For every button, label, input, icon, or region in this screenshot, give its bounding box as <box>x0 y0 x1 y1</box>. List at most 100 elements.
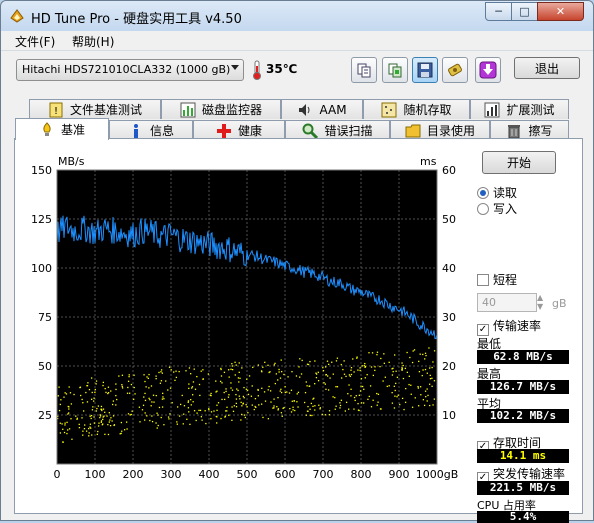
access-time-point <box>79 386 81 389</box>
tab-label: 信息 <box>149 124 174 138</box>
access-time-point <box>64 422 66 424</box>
access-time-point <box>315 376 318 379</box>
access-time-point <box>358 394 361 396</box>
access-time-point <box>391 391 393 394</box>
access-time-point <box>410 384 412 386</box>
access-time-point <box>148 387 150 389</box>
access-time-point <box>370 406 373 408</box>
access-time-point <box>160 371 162 373</box>
access-time-point <box>161 406 164 408</box>
download-button[interactable] <box>475 57 501 83</box>
title-bar[interactable]: HD Tune Pro - 硬盘实用工具 v4.50 ─ □ ✕ <box>1 1 593 31</box>
access-time-point <box>88 432 90 434</box>
access-time-point <box>292 409 294 411</box>
access-time-point <box>175 370 177 372</box>
access-time-point <box>217 402 220 404</box>
access-time-point <box>274 382 276 385</box>
access-time-point <box>417 387 420 389</box>
tab-folder-usage[interactable]: 目录使用 <box>390 120 490 140</box>
access-time-point <box>133 374 135 376</box>
access-time-point <box>146 376 148 378</box>
access-time-point <box>146 415 148 417</box>
y-left-tick-label: 50 <box>38 360 52 373</box>
copy-screenshot-button[interactable] <box>382 57 408 83</box>
transfer-rate-checkbox[interactable]: ✓ 传输速率 <box>477 317 541 336</box>
save-button[interactable] <box>412 57 438 83</box>
x-tick-label: 300 <box>161 468 182 481</box>
drive-dropdown-value: Hitachi HDS721010CLA332 (1000 gB) <box>22 63 231 76</box>
tab-aam[interactable]: AAM <box>281 99 363 119</box>
minimize-button[interactable]: ─ <box>485 2 512 21</box>
access-time-point <box>428 383 431 385</box>
access-time-point <box>162 392 164 394</box>
tab-error-scan[interactable]: 错误扫描 <box>285 120 390 140</box>
access-time-point <box>149 419 151 422</box>
access-time-point <box>376 404 378 406</box>
menu-file[interactable]: 文件(F) <box>15 33 55 50</box>
access-time-point <box>200 416 203 418</box>
access-time-point <box>290 389 293 391</box>
access-time-point <box>107 386 110 388</box>
access-time-point <box>345 401 348 404</box>
access-time-point <box>401 368 403 370</box>
access-time-point <box>311 414 313 417</box>
access-time-point <box>433 380 436 382</box>
access-time-point <box>234 374 236 376</box>
access-time-point <box>133 386 135 389</box>
benchmark-icon <box>43 121 51 136</box>
access-time-point <box>70 403 73 405</box>
exit-button[interactable]: 退出 <box>514 57 580 79</box>
access-time-point <box>174 379 176 381</box>
access-time-point <box>226 406 228 408</box>
access-time-point <box>162 396 164 398</box>
access-time-point <box>252 366 254 368</box>
tab-extra-tests[interactable]: 扩展测试 <box>470 99 569 119</box>
access-time-point <box>244 416 247 419</box>
access-time-point <box>342 368 344 371</box>
maximize-button[interactable]: □ <box>511 2 538 21</box>
access-time-point <box>228 376 230 378</box>
access-time-point <box>379 365 381 368</box>
access-time-point <box>231 363 233 365</box>
tab-disk-monitor[interactable]: 磁盘监控器 <box>161 99 281 119</box>
access-time-point <box>424 352 427 354</box>
short-stroke-spinner[interactable]: ▲ ▼ <box>537 293 547 312</box>
access-time-point <box>335 405 337 407</box>
access-time-point <box>158 371 160 374</box>
read-radio[interactable]: 读取 <box>477 184 517 201</box>
tab-benchmark[interactable]: 基准 <box>15 118 109 140</box>
access-time-point <box>349 375 351 377</box>
tab-health[interactable]: 健康 <box>193 120 285 140</box>
access-time-point <box>94 388 96 391</box>
tab-random-access[interactable]: 随机存取 <box>363 99 470 119</box>
access-time-point <box>410 393 412 395</box>
access-time-point <box>432 404 434 406</box>
access-time-point <box>186 418 188 420</box>
start-button[interactable]: 开始 <box>482 151 556 174</box>
access-time-point <box>339 407 341 409</box>
tab-info[interactable]: 信息 <box>109 120 193 140</box>
access-time-point <box>231 365 233 367</box>
access-time-point <box>260 370 263 372</box>
menu-help[interactable]: 帮助(H) <box>72 33 114 50</box>
benchmark-chart: 0 100 200 300 400 500 600 700 800 900 1000gB 150 125… <box>31 164 458 481</box>
close-button[interactable]: ✕ <box>537 2 584 21</box>
options-button[interactable] <box>442 57 468 83</box>
short-stroke-checkbox[interactable]: 短程 <box>477 271 517 288</box>
copy-info-button[interactable] <box>351 57 377 83</box>
access-time-point <box>242 395 245 398</box>
tab-file-benchmark[interactable]: ! 文件基准测试 <box>29 99 161 119</box>
drive-dropdown[interactable]: Hitachi HDS721010CLA332 (1000 gB) <box>16 59 244 81</box>
access-time-point <box>429 367 431 369</box>
access-time-point <box>305 414 307 416</box>
access-time-point <box>335 360 338 362</box>
access-time-point <box>245 388 248 390</box>
access-time-point <box>344 410 347 412</box>
y-left-tick-label: 100 <box>31 262 52 275</box>
read-radio-dot <box>477 187 489 199</box>
write-radio[interactable]: 写入 <box>477 200 517 217</box>
access-time-point <box>144 419 146 421</box>
short-stroke-input[interactable]: 40 <box>477 293 537 312</box>
access-time-point <box>102 384 104 387</box>
tab-erase[interactable]: 擦写 <box>490 120 569 140</box>
